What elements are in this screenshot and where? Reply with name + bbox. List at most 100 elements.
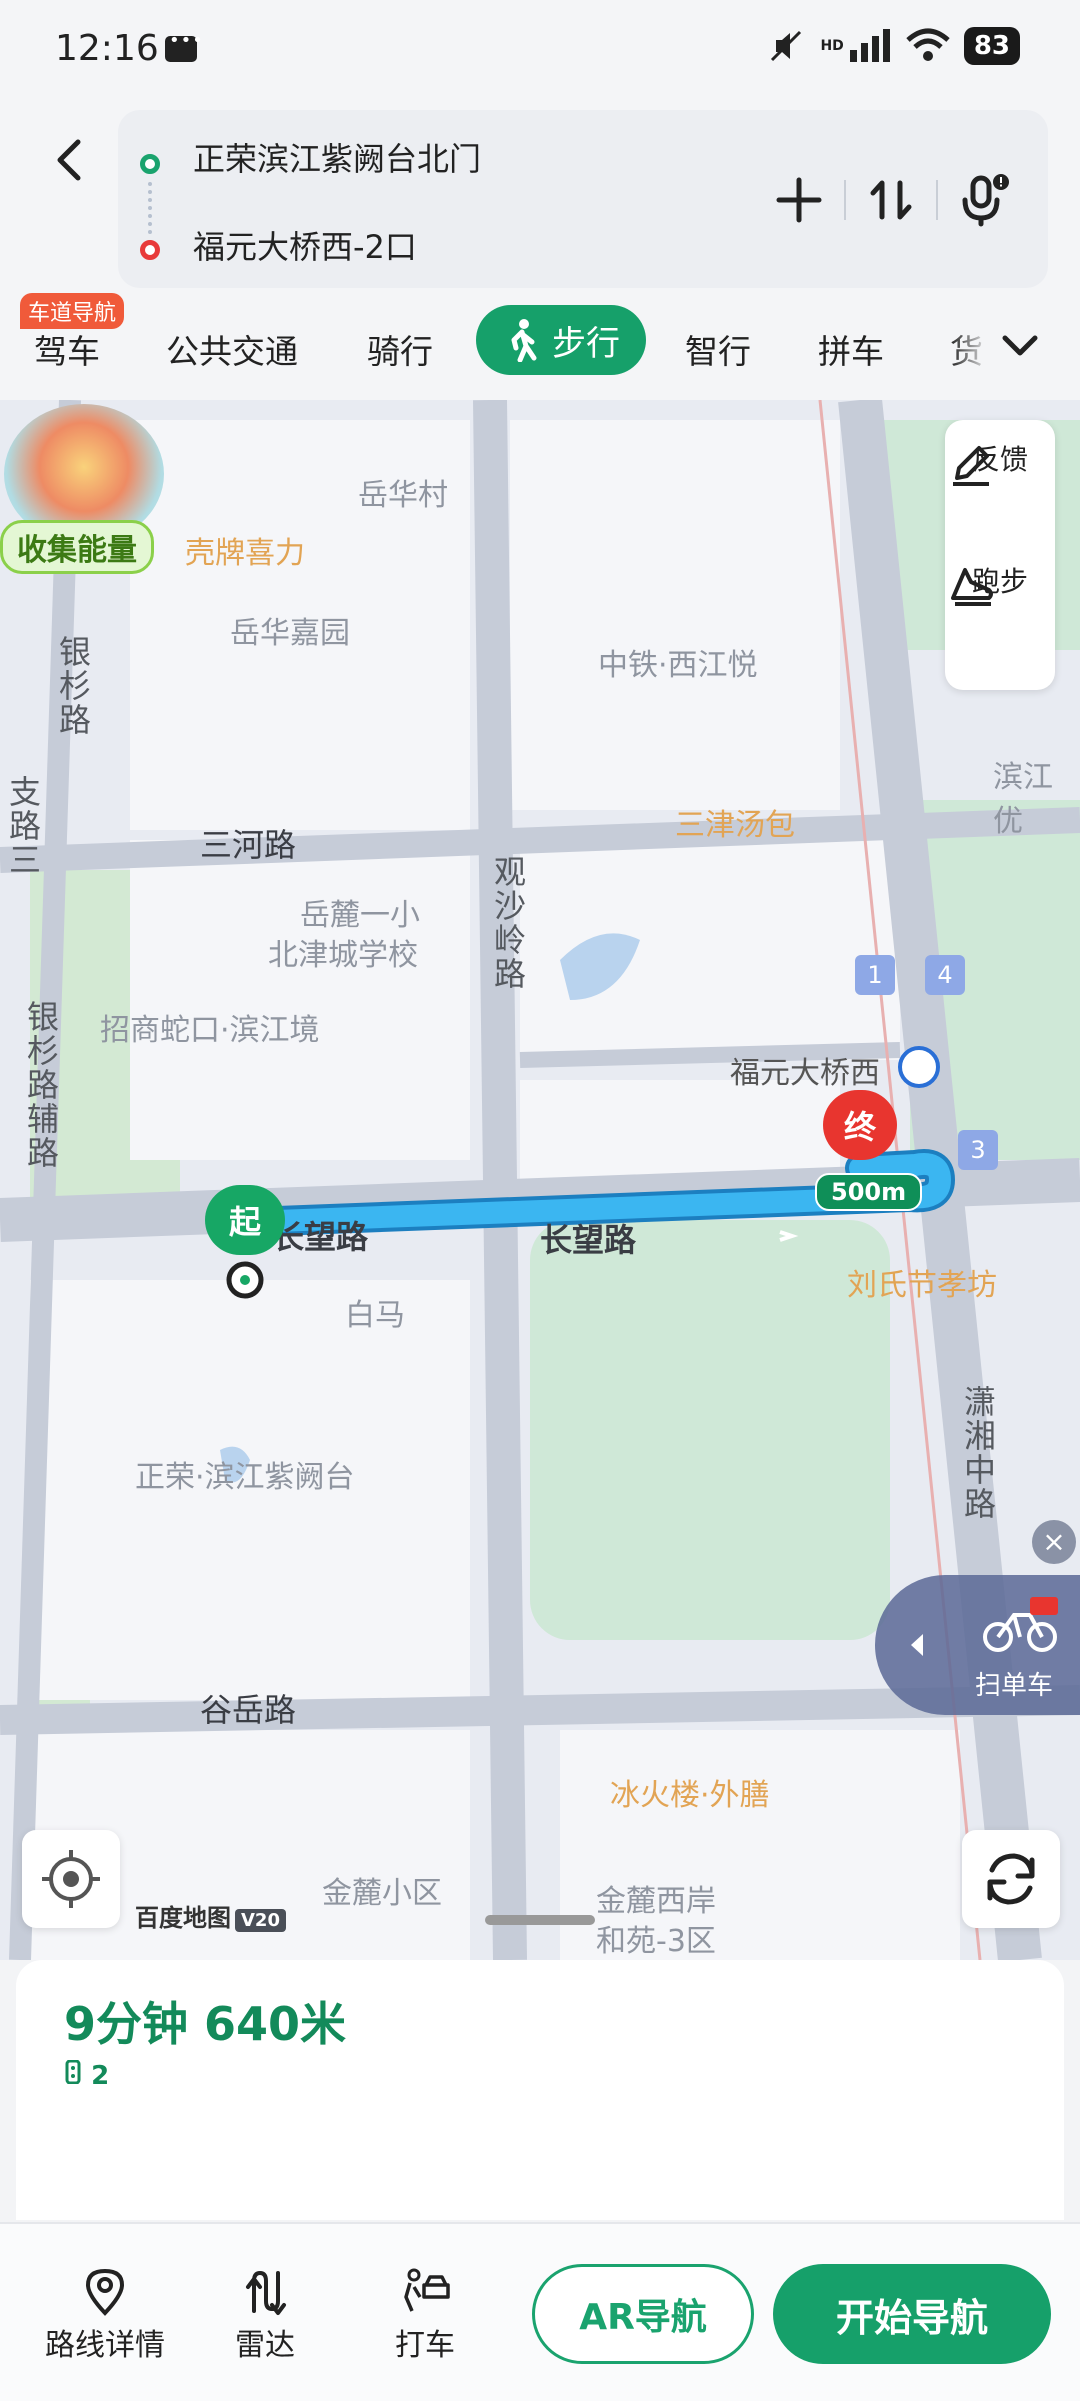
wifi-icon <box>906 28 950 61</box>
map-label: 滨江优 <box>993 760 1053 839</box>
route-summary-card[interactable]: 9分钟 640米 2 <box>16 1960 1064 2220</box>
map-label: 中铁·西江悦 <box>598 648 758 683</box>
collect-energy-widget[interactable]: 收集能量 <box>0 400 180 574</box>
refresh-button[interactable] <box>962 1830 1060 1928</box>
status-time: 12:16 <box>55 28 159 69</box>
tab-public-transit[interactable]: 公共交通 <box>166 325 298 373</box>
route-time-distance: 9分钟 640米 <box>64 1997 347 2051</box>
chevron-left-icon <box>911 1634 923 1656</box>
route-panel: 正荣滨江紫阙台北门 福元大桥西-2口 <box>0 100 1080 300</box>
drag-handle[interactable] <box>485 1915 595 1925</box>
end-dot-icon <box>140 240 160 260</box>
start-dot-icon <box>140 154 160 174</box>
collect-energy-label: 收集能量 <box>0 520 154 574</box>
voice-input-button[interactable] <box>938 160 1028 240</box>
chevron-down-icon[interactable] <box>995 320 1045 370</box>
bike-icon <box>983 1597 1058 1652</box>
ar-navigation-button[interactable]: AR导航 <box>532 2264 754 2364</box>
tab-carpool[interactable]: 拼车 <box>818 325 884 373</box>
poi-label[interactable]: 刘氏节孝坊 <box>847 1260 997 1304</box>
message-icon <box>165 30 204 62</box>
end-pin[interactable]: 终 <box>823 1090 897 1160</box>
poi-label[interactable]: 壳牌喜力 <box>185 528 305 572</box>
map-label: 正荣·滨江紫阙台 <box>135 1460 355 1495</box>
map-label: 招商蛇口·滨江境 <box>100 1013 320 1048</box>
side-tools: 反馈 跑步 <box>945 420 1055 690</box>
refresh-icon <box>987 1853 1035 1905</box>
route-connector <box>148 182 152 234</box>
status-icons: HD 83 <box>766 26 1020 66</box>
street-label: 三河路 <box>200 826 297 864</box>
lane-navigation-badge: 车道导航 <box>20 293 125 329</box>
tab-walking[interactable]: 步行 <box>476 305 646 375</box>
traffic-lights: 2 <box>64 2059 110 2091</box>
end-location-field[interactable]: 福元大桥西-2口 <box>193 222 417 268</box>
map-label: 白马 <box>345 1298 405 1333</box>
map-label: 岳华村 <box>358 478 448 513</box>
battery-indicator: 83 <box>963 27 1020 65</box>
back-arrow-icon[interactable] <box>40 130 100 190</box>
taxi-icon <box>404 2268 450 2312</box>
feedback-button[interactable]: 反馈 <box>945 438 1055 486</box>
location-pin-icon <box>85 2268 125 2316</box>
add-waypoint-button[interactable] <box>754 160 844 240</box>
tab-walking-label: 步行 <box>552 323 620 364</box>
map-label: 岳华嘉园 <box>230 616 350 651</box>
radar-icon <box>246 2271 286 2315</box>
start-location-field[interactable]: 正荣滨江紫阙台北门 <box>193 134 481 180</box>
street-label: 潇湘中路 <box>959 1385 997 1521</box>
tab-smart[interactable]: 智行 <box>685 325 751 373</box>
swap-route-button[interactable] <box>846 160 936 240</box>
transport-mode-tabs: 车道导航 驾车 公共交通 骑行 步行 智行 拼车 货 <box>0 293 1080 400</box>
locate-button[interactable] <box>22 1830 120 1928</box>
scan-bike-label: 扫单车 <box>975 1671 1054 1701</box>
station-exit-badge: 4 <box>925 955 965 995</box>
scan-bike-button[interactable]: 扫单车 <box>875 1575 1080 1715</box>
crosshair-icon <box>42 1850 100 1908</box>
street-label: 长望路 <box>540 1221 637 1259</box>
radar-button[interactable]: 雷达 <box>195 2264 335 2364</box>
tab-cycling[interactable]: 骑行 <box>367 325 433 373</box>
microphone-icon <box>962 174 1009 227</box>
taxi-button[interactable]: 打车 <box>355 2264 495 2364</box>
start-pin[interactable]: 起 <box>205 1185 285 1255</box>
map-label: 北津城学校 <box>268 938 418 973</box>
street-label: 观沙岭路 <box>489 855 527 991</box>
distance-tag: 500m <box>815 1173 923 1211</box>
metro-icon <box>898 1046 940 1088</box>
running-button[interactable]: 跑步 <box>945 560 1055 606</box>
map-view[interactable]: 收集能量 岳华村 岳华嘉园 中铁·西江悦 滨江优 岳麓一小 北津城学校 招商蛇口… <box>0 400 1080 1960</box>
station-exit-badge: 3 <box>958 1130 998 1170</box>
plus-icon <box>776 177 822 223</box>
map-label: 和苑-3区 <box>596 1924 716 1959</box>
street-label: 银杉路辅路 <box>22 1000 60 1170</box>
route-actions <box>754 160 1028 240</box>
signal-icon <box>849 29 890 62</box>
map-brand-name: 百度地图 <box>135 1904 231 1932</box>
route-card: 正荣滨江紫阙台北门 福元大桥西-2口 <box>118 110 1048 288</box>
pencil-icon <box>953 446 989 486</box>
close-icon[interactable]: × <box>1032 1520 1076 1564</box>
station-exit-badge: 1 <box>855 955 895 995</box>
running-shoe-icon <box>951 568 993 606</box>
map-label: 金麓小区 <box>322 1876 442 1911</box>
tab-fade <box>950 295 990 395</box>
metro-station-label[interactable]: 福元大桥西 <box>730 1048 880 1092</box>
poi-label[interactable]: 冰火楼·外膳 <box>610 1770 770 1814</box>
street-label: 谷岳路 <box>200 1691 297 1729</box>
street-label: 长望路 <box>272 1218 369 1256</box>
radar-label: 雷达 <box>235 2328 295 2363</box>
map-version-badge: V20 <box>235 1909 286 1932</box>
poi-label[interactable]: 三津汤包 <box>675 800 795 844</box>
street-label: 支路三 <box>4 775 42 877</box>
status-bar: 12:16 HD 83 <box>0 0 1080 100</box>
map-label: 岳麓一小 <box>300 898 420 933</box>
route-details-button[interactable]: 路线详情 <box>35 2264 175 2364</box>
walking-icon <box>511 319 537 362</box>
tab-drive[interactable]: 驾车 <box>34 325 100 373</box>
map-brand: 百度地图 V20 <box>135 1898 286 1933</box>
taxi-label: 打车 <box>395 2328 455 2363</box>
traffic-light-count: 2 <box>91 2061 110 2091</box>
swap-icon <box>870 180 912 220</box>
start-navigation-button[interactable]: 开始导航 <box>773 2264 1051 2364</box>
